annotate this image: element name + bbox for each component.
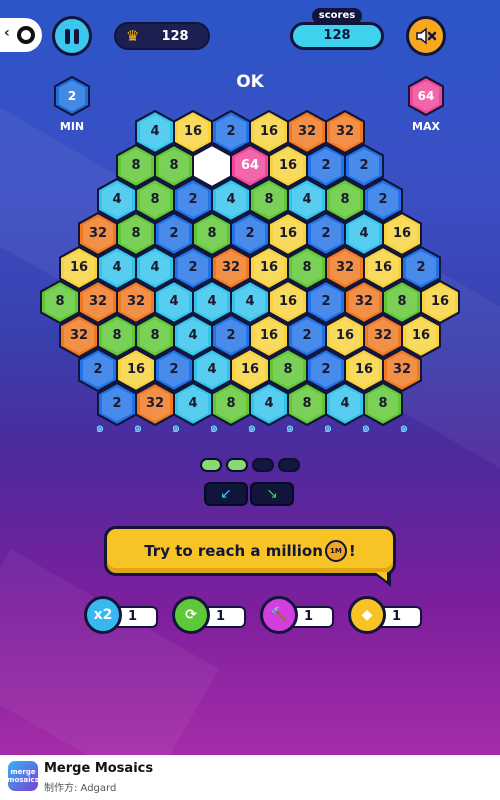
powerup-double-button[interactable]: 1 x2 — [84, 596, 158, 636]
background-shape — [0, 549, 219, 755]
game-screen: ‹ ♛ 128 128 scores OK 2 MIN 64 MAX 4 16 2 1… — [0, 0, 500, 755]
rotate-controls: ↙ ↘ — [204, 482, 294, 506]
swirl-icon: ๑ — [399, 420, 409, 436]
powerup-bar: 1 x2 1 ⟳ 1 🔨 1 ◆ — [84, 596, 424, 636]
goal-text: Try to reach a million — [144, 542, 323, 560]
swirl-icon: ๑ — [95, 420, 105, 436]
powerup-refresh-button[interactable]: 1 ⟳ — [172, 596, 246, 636]
app-icon[interactable]: merge mosaics — [7, 761, 39, 791]
progress-dot — [252, 458, 274, 472]
million-badge-icon: 1M — [324, 540, 347, 562]
progress-dot — [226, 458, 248, 472]
progress-dots — [200, 458, 300, 472]
double-icon: x2 — [84, 596, 122, 634]
hammer-icon: 🔨 — [260, 596, 298, 634]
powerup-icon-glyph: ⟳ — [185, 607, 197, 623]
swirl-icon: ๑ — [285, 420, 295, 436]
powerup-hammer-button[interactable]: 1 🔨 — [260, 596, 334, 636]
rotate-right-button[interactable]: ↘ — [250, 482, 294, 506]
app-name[interactable]: Merge Mosaics — [44, 761, 153, 776]
swirl-icon: ๑ — [171, 420, 181, 436]
hex-board: 4 16 2 16 32 32 8 8 64 16 2 2 4 8 2 4 8 4 8 2 32 8 2 8 2 16 2 4 16 16… — [0, 0, 500, 430]
swirl-icon: ๑ — [133, 420, 143, 436]
app-developer: 制作方: Adgard — [44, 783, 117, 794]
progress-dot — [278, 458, 300, 472]
powerup-icon-glyph: 🔨 — [270, 607, 288, 623]
powerup-bomb-button[interactable]: 1 ◆ — [348, 596, 422, 636]
goal-banner: Try to reach a million 1M ! — [104, 526, 396, 587]
bomb-icon: ◆ — [348, 596, 386, 634]
swirl-icon: ๑ — [323, 420, 333, 436]
app-footer: merge mosaics Merge Mosaics 制作方: Adgard — [0, 755, 500, 800]
refresh-icon: ⟳ — [172, 596, 210, 634]
swirl-row: ๑ ๑ ๑ ๑ ๑ ๑ ๑ ๑ ๑ — [92, 420, 412, 436]
swirl-icon: ๑ — [361, 420, 371, 436]
speech-tail-inner — [375, 572, 387, 581]
rotate-left-button[interactable]: ↙ — [204, 482, 248, 506]
powerup-icon-glyph: ◆ — [361, 607, 373, 623]
goal-exclaim: ! — [348, 542, 356, 560]
progress-dot — [200, 458, 222, 472]
swirl-icon: ๑ — [247, 420, 257, 436]
swirl-icon: ๑ — [209, 420, 219, 436]
powerup-icon-glyph: x2 — [93, 607, 113, 623]
